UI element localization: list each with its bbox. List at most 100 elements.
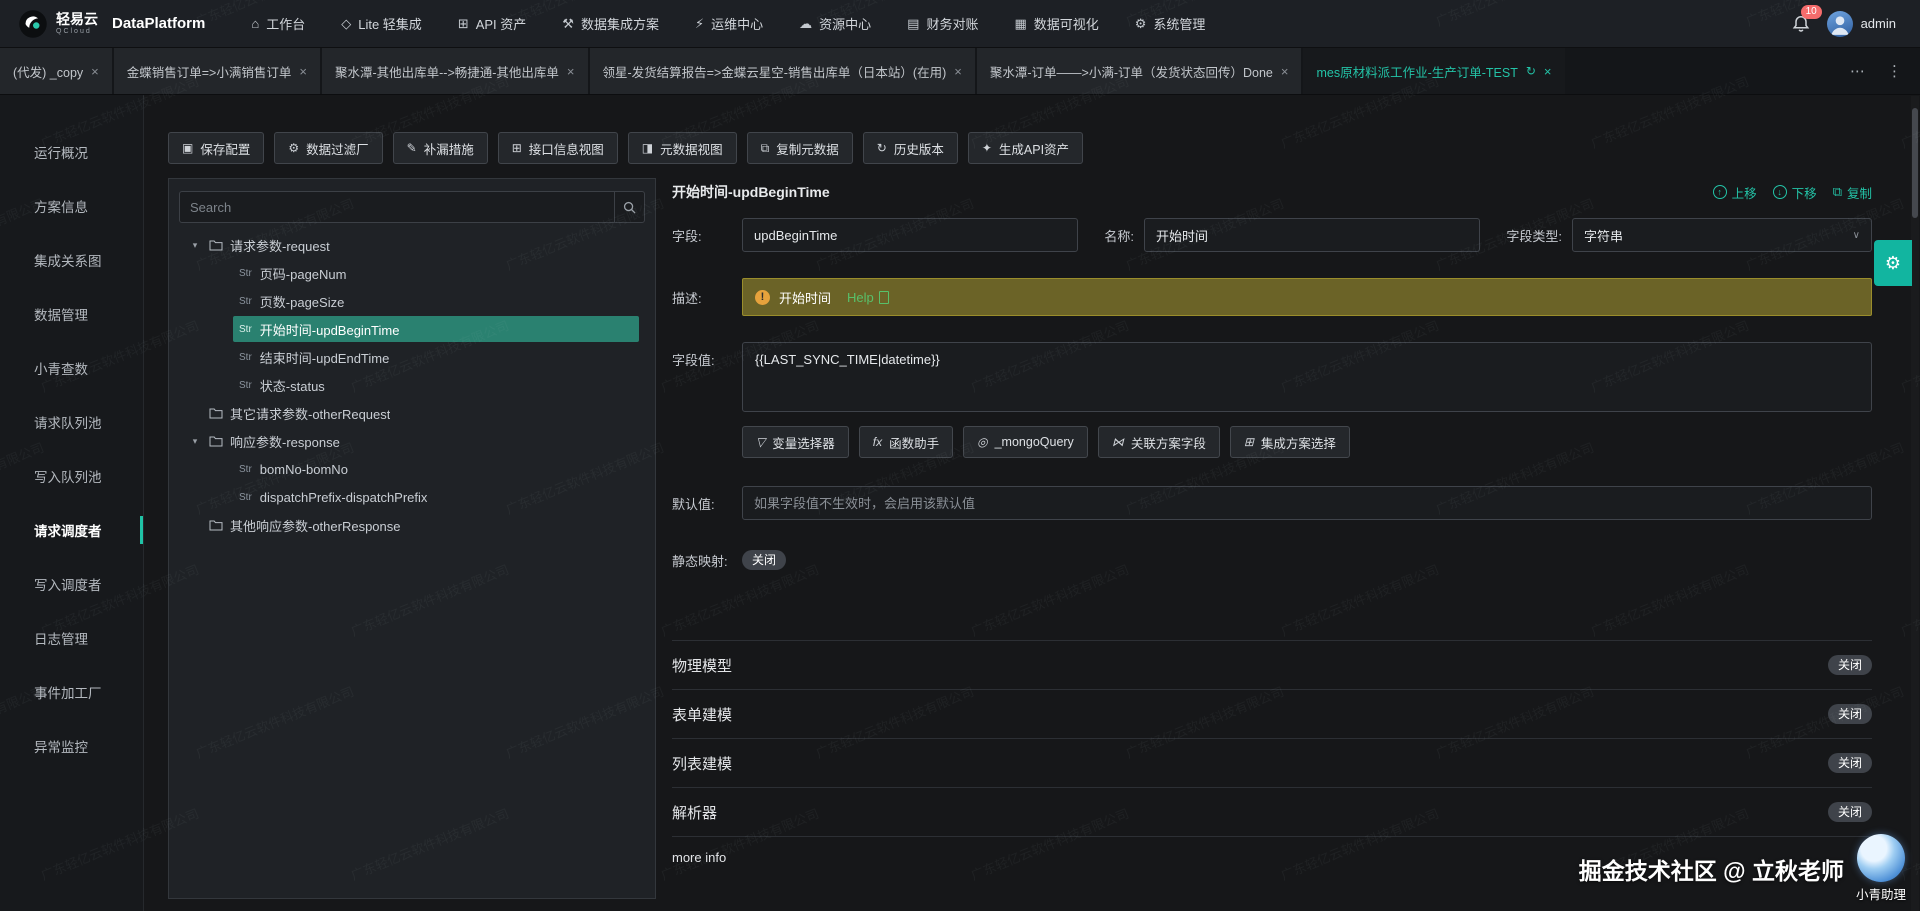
nav-item[interactable]: ▦ 数据可视化 [1014,14,1098,33]
helper-button[interactable]: fx 函数助手 [858,426,954,458]
workspace-tab[interactable]: 金蝶销售订单=>小满销售订单 × [113,48,320,94]
tabs-more-icon[interactable]: ⋯ [1850,62,1865,80]
toolbar-button[interactable]: ▣ 保存配置 [168,132,265,164]
search-button[interactable] [614,192,644,222]
sidebar-item[interactable]: 集成关系图 [0,233,143,287]
help-link[interactable]: Help [847,290,874,305]
user-menu[interactable]: admin [1826,10,1896,37]
toolbar-button[interactable]: ⊞ 接口信息视图 [497,132,618,164]
visualization-icon: ▦ [1014,15,1027,31]
toolbar-button[interactable]: ⚙ 数据过滤厂 [274,132,383,164]
description-warning-box[interactable]: ! 开始时间 Help [742,278,1872,316]
tree-node[interactable]: Str 页数-pageSize [179,287,645,315]
field-action-button[interactable]: ⧉ 复制 [1833,183,1872,202]
sidebar-item[interactable]: 方案信息 [0,179,143,233]
tab-close-icon[interactable]: × [1544,64,1552,79]
collapsible-section[interactable]: 表单建模 关闭 [672,689,1872,738]
search-input[interactable] [180,192,614,222]
nav-item[interactable]: ☁ 资源中心 [799,14,871,33]
sidebar-item[interactable]: 小青查数 [0,341,143,395]
sidebar-item[interactable]: 数据管理 [0,287,143,341]
collapsible-section[interactable]: 解析器 关闭 [672,787,1872,836]
sidebar-item[interactable]: 日志管理 [0,611,143,665]
section-toggle[interactable]: 关闭 [1827,655,1872,675]
nav-item[interactable]: ⊞ API 资产 [458,14,526,33]
tree-node[interactable]: Str 状态-status [179,371,645,399]
toolbar-button[interactable]: ↻ 历史版本 [862,132,958,164]
nav-item[interactable]: ▤ 财务对账 [907,14,978,33]
tree-node[interactable]: 其它请求参数-otherRequest [179,399,645,427]
workspace-tab[interactable]: 聚水潭-其他出库单-->畅捷通-其他出库单 × [321,48,588,94]
scrollbar-thumb[interactable] [1912,108,1918,218]
brand-sub: QCloud [56,28,92,35]
tab-close-icon[interactable]: × [1281,64,1289,79]
settings-gear-button[interactable]: ⚙ [1874,240,1912,286]
field-action-button[interactable]: ↑ 上移 [1712,183,1757,202]
nav-item[interactable]: ⚡ 运维中心 [695,14,763,33]
workspace-tab[interactable]: 领星-发货结算报告=>金蝶云星空-销售出库单（日本站）(在用) × [589,48,975,94]
field-type-label: 字段类型: [1506,228,1562,244]
sidebar-item[interactable]: 异常监控 [0,719,143,773]
sidebar-item[interactable]: 写入调度者 [0,557,143,611]
sidebar-item[interactable]: 运行概况 [0,125,143,179]
mongo-query-icon: ◎ [977,435,988,449]
tab-refresh-icon[interactable]: ↻ [1526,64,1536,78]
nav-item[interactable]: ⚙ 系统管理 [1135,14,1206,33]
nav-item[interactable]: ◇ Lite 轻集成 [341,14,422,33]
collapsible-section[interactable]: 列表建模 关闭 [672,738,1872,787]
tree-node-label: 页码-pageNum [259,266,347,282]
tab-close-icon[interactable]: × [567,64,575,79]
section-toggle[interactable]: 关闭 [1827,704,1872,724]
sidebar-item[interactable]: 写入队列池 [0,449,143,503]
notification-badge: 10 [1800,4,1822,19]
tabs-menu-icon[interactable]: ⋮ [1887,62,1902,80]
helper-button[interactable]: ⊞ 集成方案选择 [1229,426,1350,458]
tree-node[interactable]: ▾ 响应参数-response [179,427,645,455]
field-key-input[interactable] [742,218,1079,252]
lite-integration-icon: ◇ [341,15,352,31]
left-sidebar: 运行概况 方案信息 集成关系图 数据管理 小青查数 请求队列池 写入队列池 请求… [0,95,144,911]
nav-item[interactable]: ⌂ 工作台 [251,14,305,33]
helper-button[interactable]: ⋈ 关联方案字段 [1097,426,1220,458]
static-map-toggle[interactable]: 关闭 [742,550,787,570]
tab-close-icon[interactable]: × [91,64,99,79]
tree-node[interactable]: Str 开始时间-updBeginTime [179,315,645,343]
workspace-tab[interactable]: mes原材料派工作业-生产订单-TEST ↻ × [1303,48,1565,94]
tree-node[interactable]: Str 页码-pageNum [179,259,645,287]
field-value-label: 字段值: [672,353,715,368]
tree-node[interactable]: 其他响应参数-otherResponse [179,511,645,539]
desc-label: 描述: [672,290,702,306]
tree-node[interactable]: Str 结束时间-updEndTime [179,343,645,371]
section-toggle[interactable]: 关闭 [1827,753,1872,773]
sidebar-item[interactable]: 事件加工厂 [0,665,143,719]
tree-node[interactable]: ▾ 请求参数-request [179,231,645,259]
helper-button[interactable]: ▽ 变量选择器 [742,426,849,458]
field-value-textarea[interactable]: {{LAST_SYNC_TIME|datetime}} [742,342,1872,412]
collapsible-section[interactable]: 物理模型 关闭 [672,640,1872,689]
workspace-tab[interactable]: (代发) _copy × [0,48,112,94]
tab-close-icon[interactable]: × [954,64,962,79]
workspace-tab[interactable]: 聚水潭-订单——>小满-订单（发货状态回传）Done × [976,48,1302,94]
toolbar-button[interactable]: ⧉ 复制元数据 [746,132,853,164]
nav-item[interactable]: ⚒ 数据集成方案 [562,14,659,33]
toolbar-button[interactable]: ✦ 生成API资产 [967,132,1084,164]
sidebar-item[interactable]: 请求调度者 [0,503,143,557]
caret-icon[interactable]: ▾ [187,436,203,447]
tab-close-icon[interactable]: × [299,64,307,79]
copy-metadata-icon: ⧉ [760,140,770,155]
field-name-input[interactable] [1144,218,1481,252]
sidebar-item[interactable]: 请求队列池 [0,395,143,449]
toolbar-button[interactable]: ✎ 补漏措施 [392,132,488,164]
notification-bell[interactable]: 10 [1791,4,1822,34]
field-type-select[interactable]: 字符串 ∨ [1572,218,1872,252]
help-doc-icon[interactable] [878,290,889,304]
tree-node[interactable]: Str dispatchPrefix-dispatchPrefix [179,483,645,511]
caret-icon[interactable]: ▾ [187,240,203,251]
tree-node-label: 其他响应参数-otherResponse [230,518,401,534]
default-value-input[interactable] [742,486,1872,520]
toolbar-button[interactable]: ◨ 元数据视图 [627,132,737,164]
field-action-button[interactable]: ↓ 下移 [1772,183,1817,202]
tree-node[interactable]: Str bomNo-bomNo [179,455,645,483]
helper-button[interactable]: ◎ _mongoQuery [963,426,1088,458]
section-toggle[interactable]: 关闭 [1827,802,1872,822]
